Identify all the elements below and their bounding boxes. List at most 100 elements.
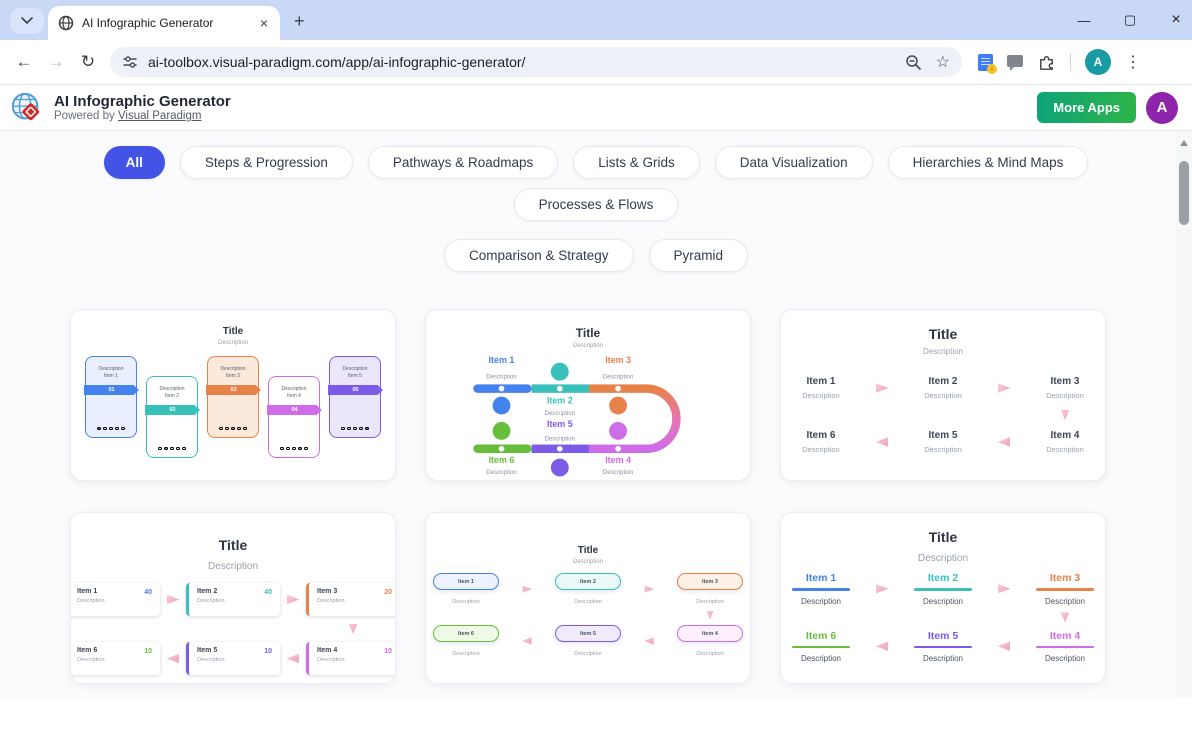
list-item: Item 6Description bbox=[802, 430, 840, 454]
filter-chip-steps-progression[interactable]: Steps & Progression bbox=[180, 146, 353, 179]
zoom-out-icon[interactable] bbox=[905, 54, 922, 71]
list-item: Item 2Description40 bbox=[186, 583, 280, 616]
browser-profile-avatar[interactable]: A bbox=[1085, 49, 1111, 75]
scrollbar-up-arrow-icon[interactable] bbox=[1180, 136, 1188, 146]
step-number: 01 bbox=[84, 385, 139, 395]
filter-chip-all[interactable]: All bbox=[104, 146, 165, 179]
comment-bubble-icon[interactable] bbox=[1007, 55, 1023, 67]
card-description: Description bbox=[71, 561, 395, 572]
chevron-down-icon bbox=[21, 17, 33, 25]
powered-by: Powered by Visual Paradigm bbox=[54, 110, 231, 122]
list-item: Item 2Description bbox=[914, 572, 972, 606]
browser-toolbar: ← → ↻ ai-toolbox.visual-paradigm.com/app… bbox=[0, 40, 1192, 85]
filter-chip-lists-grids[interactable]: Lists & Grids bbox=[573, 146, 700, 179]
browser-tab[interactable]: AI Infographic Generator × bbox=[48, 6, 280, 40]
arrow-right-icon bbox=[644, 584, 654, 594]
step-label: Item 3 bbox=[208, 373, 258, 379]
filter-chip-pathways-roadmaps[interactable]: Pathways & Roadmaps bbox=[368, 146, 558, 179]
filter-chip-hierarchies-mindmaps[interactable]: Hierarchies & Mind Maps bbox=[888, 146, 1089, 179]
user-avatar[interactable]: A bbox=[1146, 92, 1178, 124]
arrow-left-icon bbox=[287, 652, 300, 665]
tab-search-button[interactable] bbox=[10, 8, 44, 34]
step-desc: Description bbox=[330, 366, 380, 372]
list-item: Item 6Description bbox=[433, 625, 499, 657]
extensions-puzzle-icon[interactable] bbox=[1037, 53, 1056, 72]
bookmark-star-icon[interactable]: ☆ bbox=[936, 52, 950, 72]
timeline-item-desc: Description bbox=[486, 469, 517, 476]
card-title: Title bbox=[781, 326, 1105, 342]
template-card-text-snake[interactable]: Title Description Item 1Description Item… bbox=[780, 309, 1106, 481]
main-content: All Steps & Progression Pathways & Roadm… bbox=[0, 131, 1192, 698]
forward-button[interactable]: → bbox=[40, 46, 72, 78]
template-card-pills[interactable]: Title Description Item 1Description Item… bbox=[425, 512, 751, 684]
download-badge-icon: ↓ bbox=[987, 64, 997, 74]
card-description: Description bbox=[426, 343, 750, 349]
template-card-steps[interactable]: Title Description Description Item 1 01 … bbox=[70, 309, 396, 481]
arrow-right-icon bbox=[998, 582, 1011, 595]
timeline-item-label: Item 4 bbox=[605, 455, 631, 465]
back-button[interactable]: ← bbox=[8, 46, 40, 78]
extension-doc-icon[interactable]: ↓ bbox=[978, 54, 993, 71]
template-card-serpentine[interactable]: Title Description bbox=[425, 309, 751, 481]
step-number: 04 bbox=[267, 405, 322, 415]
new-tab-button[interactable]: + bbox=[294, 11, 305, 32]
arrow-down-icon bbox=[705, 611, 715, 620]
scrollbar-thumb[interactable] bbox=[1179, 161, 1189, 225]
arrow-down-icon bbox=[1059, 410, 1071, 421]
template-grid: Title Description Description Item 1 01 … bbox=[0, 272, 1192, 698]
list-item: Item 3Description bbox=[677, 573, 743, 605]
app-header: AI Infographic Generator Powered by Visu… bbox=[0, 85, 1192, 131]
arrow-right-icon bbox=[876, 582, 889, 595]
template-card-underline-list[interactable]: Title Description Item 1Description Item… bbox=[780, 512, 1106, 684]
tab-title: AI Infographic Generator bbox=[82, 16, 256, 30]
filter-chip-pyramid[interactable]: Pyramid bbox=[649, 239, 749, 272]
reload-button[interactable]: ↻ bbox=[72, 46, 104, 78]
arrow-left-icon bbox=[644, 636, 654, 646]
card-title: Title bbox=[781, 529, 1105, 545]
window-minimize-icon[interactable]: — bbox=[1076, 13, 1092, 28]
arrow-right-icon bbox=[167, 593, 180, 606]
list-item: Item 5Description bbox=[555, 625, 621, 657]
card-description: Description bbox=[426, 559, 750, 565]
visual-paradigm-link[interactable]: Visual Paradigm bbox=[118, 110, 202, 122]
list-item: Item 5Description bbox=[924, 430, 962, 454]
timeline-item-desc: Description bbox=[486, 373, 517, 380]
timeline-item-desc: Description bbox=[603, 469, 634, 476]
browser-titlebar: AI Infographic Generator × + — ▢ × bbox=[0, 0, 1192, 40]
step-desc: Description bbox=[86, 366, 136, 372]
card-description: Description bbox=[781, 347, 1105, 356]
address-bar[interactable]: ai-toolbox.visual-paradigm.com/app/ai-in… bbox=[110, 47, 962, 77]
filter-chip-processes-flows[interactable]: Processes & Flows bbox=[514, 188, 679, 221]
template-card-value-list[interactable]: Title Description Item 1Description40 It… bbox=[70, 512, 396, 684]
step-label: Item 1 bbox=[86, 373, 136, 379]
list-item: Item 5Description bbox=[914, 630, 972, 664]
toolbar-separator bbox=[1070, 53, 1071, 71]
filter-chip-data-visualization[interactable]: Data Visualization bbox=[715, 146, 873, 179]
url-text[interactable]: ai-toolbox.visual-paradigm.com/app/ai-in… bbox=[148, 54, 897, 70]
step-desc: Description bbox=[269, 386, 319, 392]
list-item: Item 3Description bbox=[1046, 376, 1084, 400]
step-number: 05 bbox=[328, 385, 383, 395]
step-label: Item 4 bbox=[269, 393, 319, 399]
site-settings-icon[interactable] bbox=[122, 54, 138, 70]
browser-menu-icon[interactable]: ⋮ bbox=[1125, 52, 1141, 72]
timeline-item-label: Item 5 bbox=[547, 419, 573, 429]
window-close-icon[interactable]: × bbox=[1168, 11, 1184, 29]
more-apps-button[interactable]: More Apps bbox=[1037, 92, 1136, 123]
timeline-item-label: Item 3 bbox=[605, 355, 631, 365]
step-desc: Description bbox=[147, 386, 197, 392]
list-item: Item 5Description10 bbox=[186, 642, 280, 675]
list-item: Item 1Description bbox=[792, 572, 850, 606]
page-title: AI Infographic Generator bbox=[54, 93, 231, 110]
window-maximize-icon[interactable]: ▢ bbox=[1122, 12, 1138, 28]
step-item: Description Item 1 01 bbox=[85, 356, 137, 438]
list-item: Item 4Description bbox=[1036, 630, 1094, 664]
list-item: Item 2Description bbox=[924, 376, 962, 400]
card-title: Title bbox=[426, 326, 750, 340]
list-item: Item 6Description10 bbox=[70, 642, 160, 675]
tab-close-icon[interactable]: × bbox=[256, 15, 272, 31]
filter-chip-comparison-strategy[interactable]: Comparison & Strategy bbox=[444, 239, 634, 272]
timeline-item-label: Item 6 bbox=[489, 455, 515, 465]
page-scrollbar[interactable] bbox=[1176, 131, 1192, 698]
timeline-item-label: Item 1 bbox=[489, 355, 515, 365]
